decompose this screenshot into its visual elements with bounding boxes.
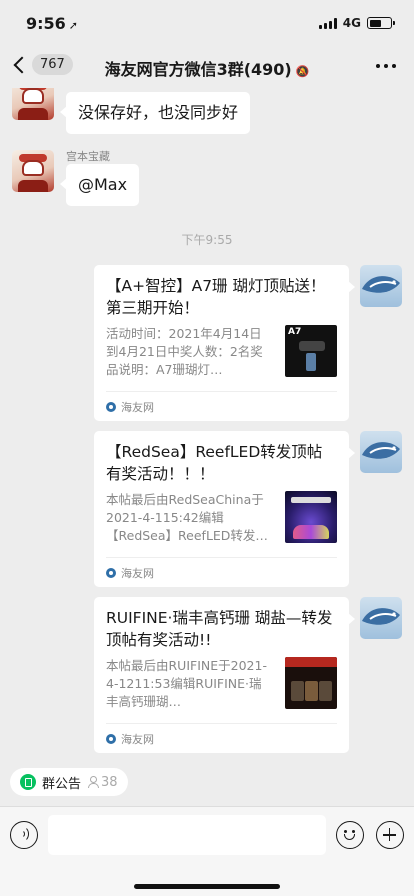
source-name: 海友网 xyxy=(121,400,154,414)
emoji-button[interactable] xyxy=(336,821,364,849)
notice-icon xyxy=(20,774,36,790)
chat-area[interactable]: 没保存好，也没同步好 宫本宝藏 @Max 下午9:55 【A+智控】A7珊 瑚灯… xyxy=(0,88,414,756)
source-name: 海友网 xyxy=(121,566,154,580)
sender-name: 宫本宝藏 xyxy=(66,150,110,163)
card-title: 【A+智控】A7珊 瑚灯顶贴送！第三期开始！ xyxy=(106,277,326,317)
message-bubble[interactable]: @Max xyxy=(59,164,140,206)
card-thumbnail xyxy=(285,657,337,709)
time-separator: 下午9:55 xyxy=(181,233,233,247)
notice-count-value: 38 xyxy=(101,774,118,790)
mute-bell-icon: 🔕 xyxy=(295,65,310,78)
message-bubble[interactable]: 没保存好，也没同步好 xyxy=(59,92,251,134)
message-text: 没保存好，也没同步好 xyxy=(78,103,239,122)
status-time: 9:56 ➚ xyxy=(26,14,78,33)
thumb-label: A7 xyxy=(288,327,302,337)
avatar[interactable] xyxy=(360,431,402,473)
link-card[interactable]: 【A+智控】A7珊 瑚灯顶贴送！第三期开始！ 活动时间：2021年4月14日到4… xyxy=(94,265,355,421)
status-indicators: 4G xyxy=(318,16,395,30)
plus-button[interactable] xyxy=(376,821,404,849)
card-description: 活动时间：2021年4月14日到4月21日中奖人数：2名奖品说明：A7珊瑚灯… xyxy=(106,326,263,377)
back-button[interactable]: 767 xyxy=(10,54,73,75)
card-description: 本帖最后由RUIFINE于2021-4-1211:53编辑RUIFINE·瑞丰高… xyxy=(106,658,267,709)
person-icon xyxy=(87,776,100,788)
clock: 9:56 xyxy=(26,14,66,33)
link-card[interactable]: 【RedSea】ReefLED转发顶帖有奖活动！！！ 本帖最后由RedSeaCh… xyxy=(94,431,355,587)
avatar[interactable] xyxy=(12,88,54,120)
avatar[interactable] xyxy=(360,597,402,639)
card-description: 本帖最后由RedSeaChina于2021-4-115:42编辑【RedSea】… xyxy=(106,492,268,543)
group-name: 海友网官方微信3群(490) xyxy=(104,60,292,79)
notice-label: 群公告 xyxy=(42,776,82,792)
emoji-icon xyxy=(344,830,347,833)
group-notice-button[interactable]: 群公告 38 xyxy=(10,768,128,796)
back-chevron-icon xyxy=(13,56,31,73)
fish-icon xyxy=(362,442,400,459)
more-dots-icon xyxy=(376,64,380,68)
source-name: 海友网 xyxy=(121,732,154,746)
avatar[interactable] xyxy=(360,265,402,307)
home-indicator xyxy=(134,884,280,889)
more-button[interactable] xyxy=(376,64,396,68)
status-bar: 9:56 ➚ 4G xyxy=(0,0,414,46)
card-source: 海友网 xyxy=(106,723,337,753)
card-title: RUIFINE·瑞丰高钙珊 瑚盐—转发顶帖有奖活动!! xyxy=(106,609,333,649)
battery-icon xyxy=(367,17,395,29)
input-bar xyxy=(0,806,414,896)
card-thumbnail xyxy=(285,491,337,543)
link-card[interactable]: RUIFINE·瑞丰高钙珊 瑚盐—转发顶帖有奖活动!! 本帖最后由RUIFINE… xyxy=(94,597,355,753)
voice-button[interactable] xyxy=(10,821,38,849)
avatar[interactable] xyxy=(12,150,54,192)
fish-icon xyxy=(362,276,400,293)
location-arrow-icon: ➚ xyxy=(68,19,79,32)
card-title: 【RedSea】ReefLED转发顶帖有奖活动！！！ xyxy=(106,443,323,483)
notice-read-count: 38 xyxy=(87,775,118,790)
message-text: @Max xyxy=(78,175,128,194)
source-icon xyxy=(106,401,116,412)
unread-count-badge: 767 xyxy=(32,54,73,75)
source-icon xyxy=(106,567,116,578)
network-type: 4G xyxy=(342,16,361,30)
message-input[interactable] xyxy=(48,815,326,855)
source-icon xyxy=(106,733,116,744)
nav-bar: 海友网官方微信3群(490) 🔕 767 xyxy=(0,46,414,88)
card-thumbnail: A7 xyxy=(285,325,337,377)
fish-icon xyxy=(362,608,400,625)
card-source: 海友网 xyxy=(106,391,337,421)
signal-icon xyxy=(318,17,337,29)
card-source: 海友网 xyxy=(106,557,337,587)
